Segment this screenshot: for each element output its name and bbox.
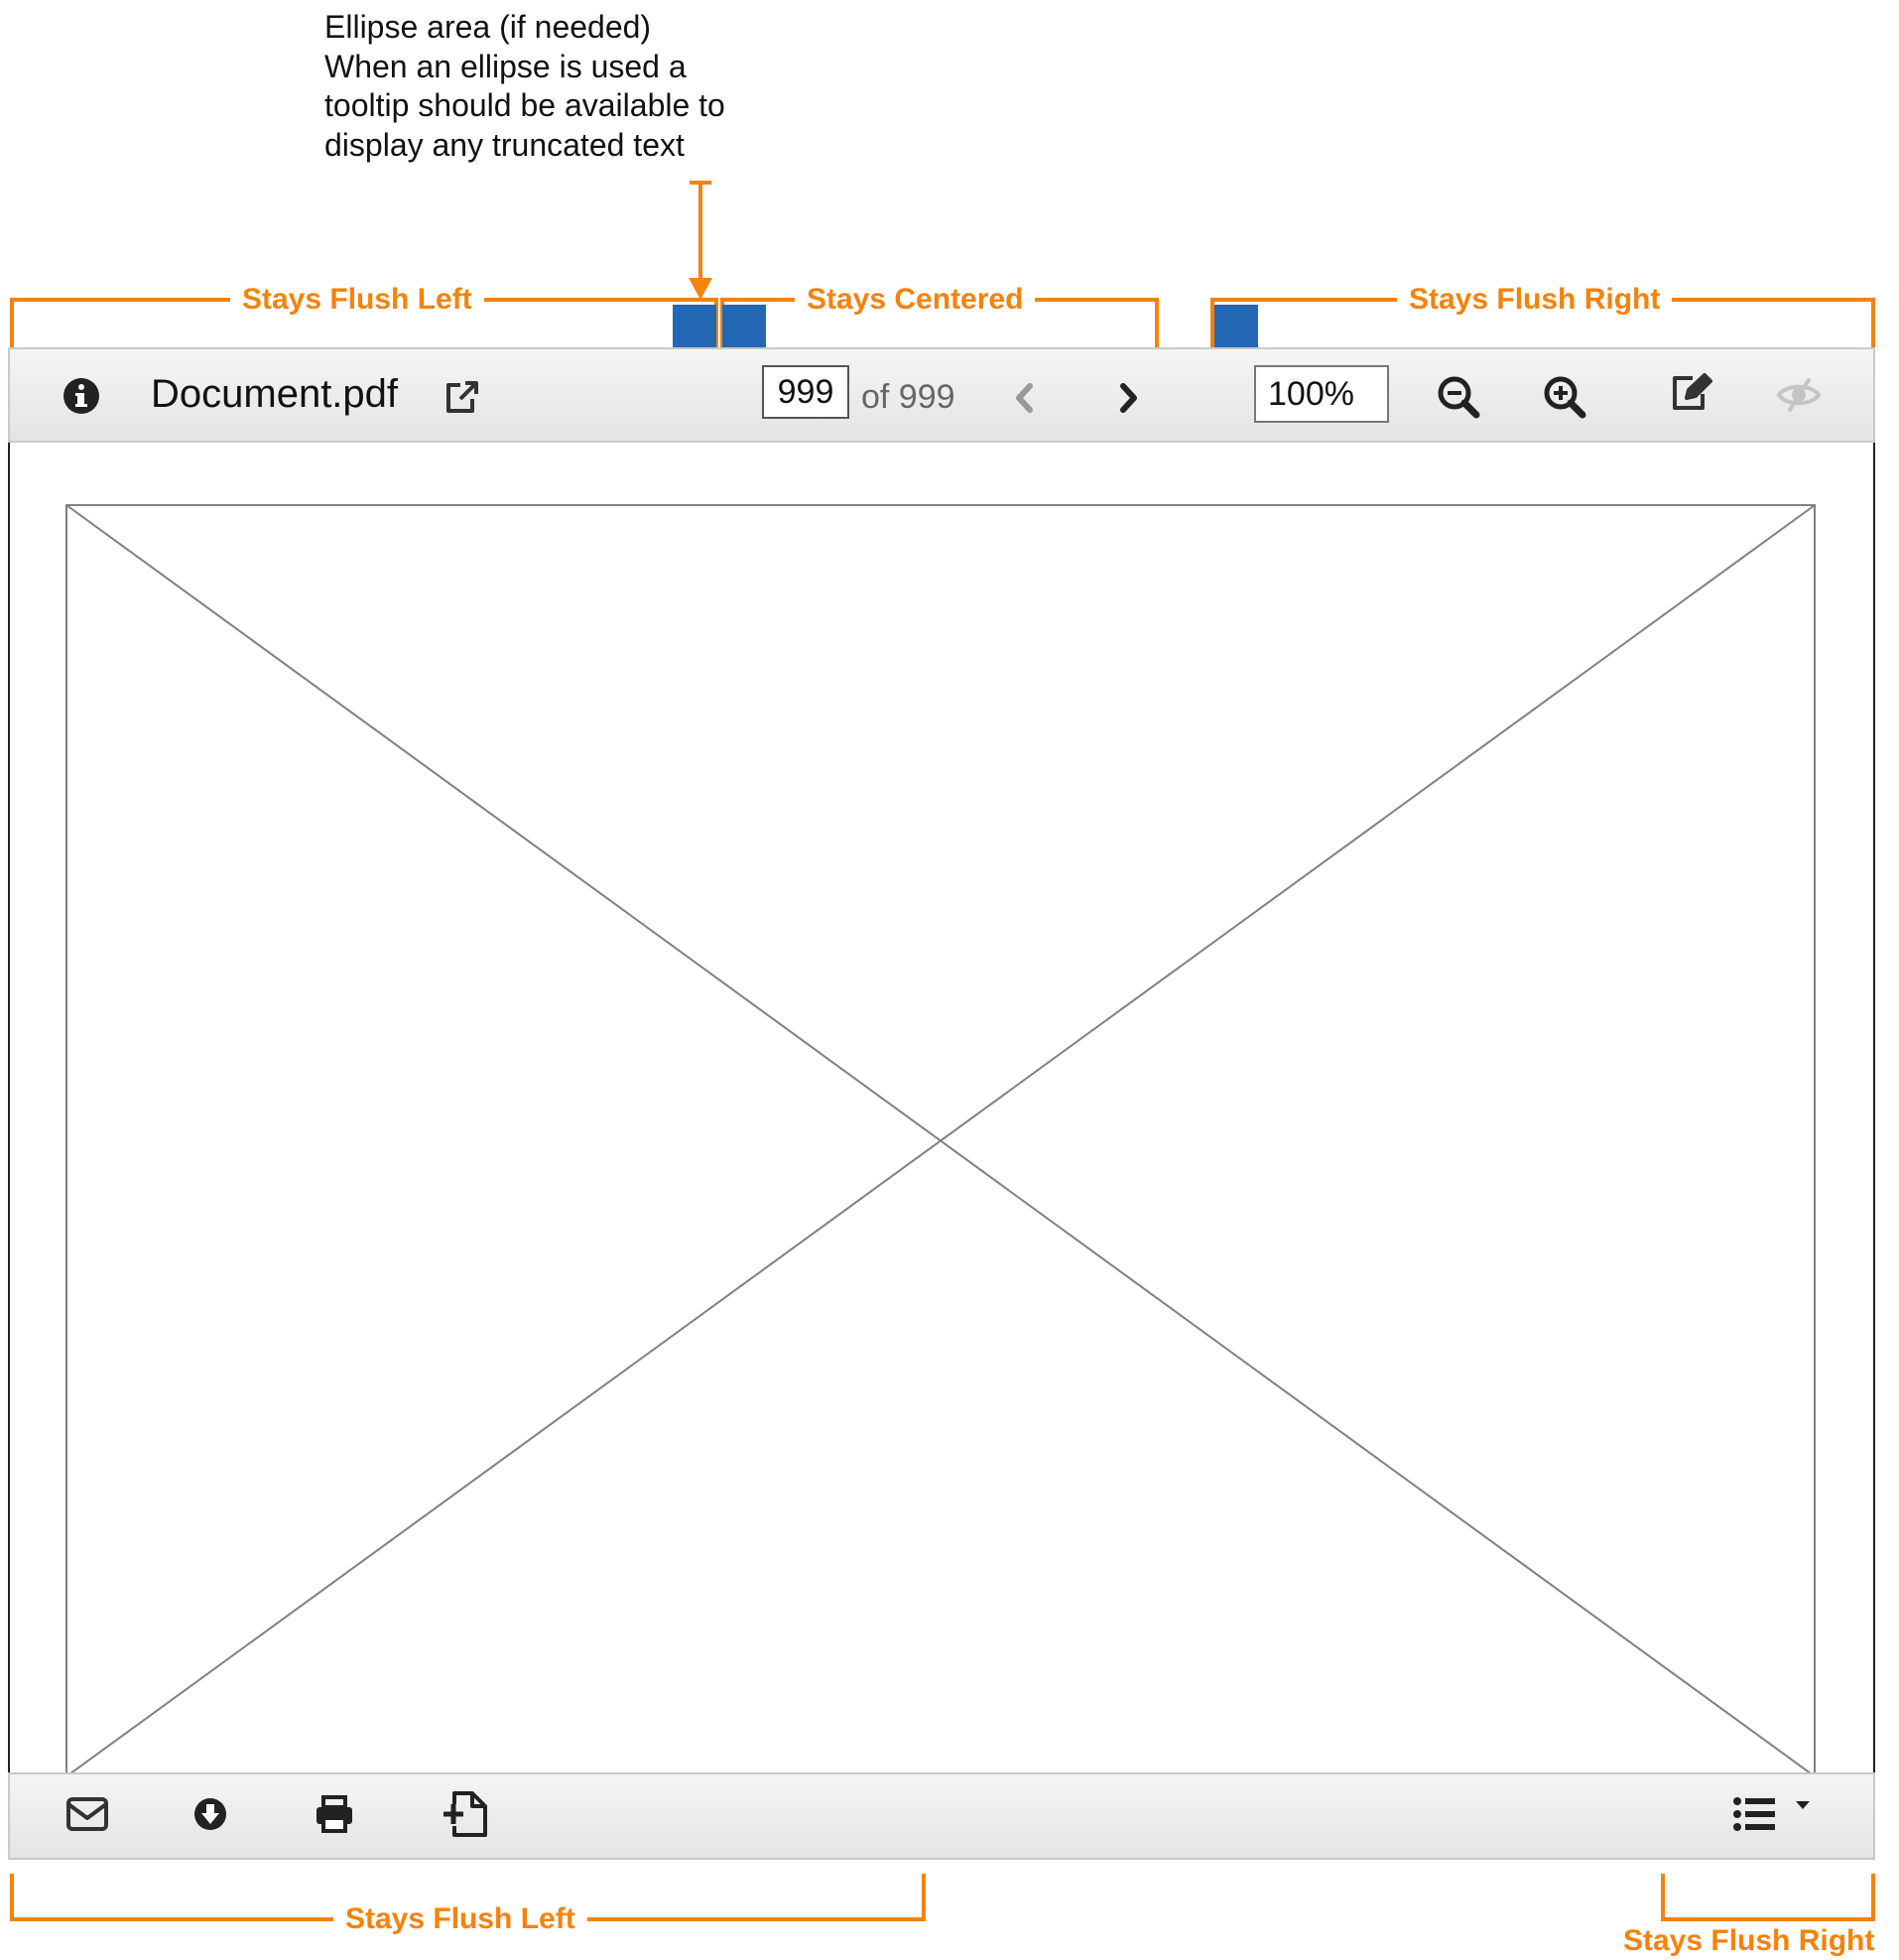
download-circle-icon[interactable] (192, 1796, 228, 1832)
callout-top-centered: Stays Centered (795, 282, 1036, 318)
zoom-out-icon[interactable] (1437, 375, 1480, 419)
bottom-toolbar (8, 1772, 1875, 1860)
document-name: Document.pdf (151, 372, 399, 416)
callout-top-flush-left: Stays Flush Left (230, 282, 484, 318)
list-dropdown-icon[interactable] (1732, 1796, 1816, 1832)
center-placeholder-block (722, 305, 766, 347)
page-number-input[interactable] (762, 365, 849, 419)
edit-icon[interactable] (1669, 372, 1714, 414)
eye-slash-icon[interactable] (1776, 377, 1822, 413)
print-icon[interactable] (314, 1794, 355, 1834)
bottom-flush-right-bracket (1661, 1874, 1875, 1921)
external-link-icon[interactable] (443, 377, 482, 417)
chevron-left-icon[interactable] (1010, 381, 1040, 415)
ellipse-placeholder-block (673, 305, 716, 347)
ellipse-arrow-head (689, 278, 712, 300)
zoom-level-input[interactable] (1254, 365, 1389, 423)
callout-bottom-flush-left: Stays Flush Left (333, 1901, 587, 1937)
page-total: of 999 (861, 378, 955, 416)
info-circle-icon[interactable] (62, 376, 101, 416)
zoom-in-icon[interactable] (1543, 375, 1586, 419)
envelope-icon[interactable] (65, 1796, 109, 1832)
chevron-right-icon[interactable] (1113, 381, 1143, 415)
add-file-icon[interactable] (441, 1790, 490, 1838)
image-placeholder (65, 504, 1816, 1772)
right-placeholder-block (1214, 305, 1258, 347)
callout-bottom-flush-right: Stays Flush Right (1623, 1923, 1875, 1959)
callout-top-flush-right: Stays Flush Right (1397, 282, 1673, 318)
